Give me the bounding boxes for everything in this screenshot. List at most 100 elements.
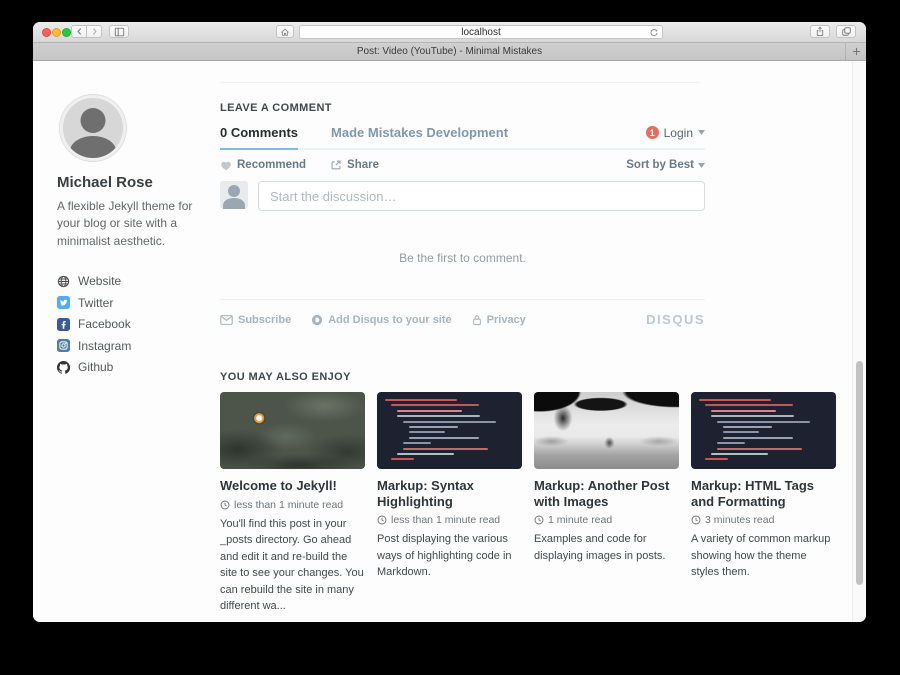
tab-comment-count[interactable]: 0 Comments [220, 125, 298, 140]
login-label: Login [664, 126, 693, 140]
post-excerpt: Examples and code for displaying images … [534, 531, 679, 564]
scrollbar-thumb[interactable] [856, 361, 863, 585]
plus-icon [852, 47, 861, 56]
login-control[interactable]: 1 Login [646, 126, 705, 140]
chevron-right-icon [90, 27, 99, 36]
author-links: Website Twitter Facebook Instagram Githu… [57, 274, 209, 374]
home-icon [280, 27, 290, 37]
disqus-footer: Subscribe Add Disqus to your site Privac… [220, 312, 705, 327]
caret-down-icon [698, 130, 705, 135]
home-button[interactable] [276, 25, 294, 38]
clock-icon [534, 515, 544, 525]
related-post-title[interactable]: Markup: HTML Tags and Formatting [691, 478, 836, 509]
post-excerpt: A variety of common markup showing how t… [691, 531, 836, 581]
lock-icon [472, 314, 482, 326]
author-link-twitter[interactable]: Twitter [57, 296, 209, 310]
refresh-button[interactable] [649, 28, 659, 38]
divider [220, 299, 705, 300]
close-window-button[interactable] [42, 28, 51, 37]
author-link-instagram[interactable]: Instagram [57, 339, 209, 353]
related-post-title[interactable]: Welcome to Jekyll! [220, 478, 365, 494]
heart-icon [220, 160, 232, 171]
disqus-tab-row: 0 Comments Made Mistakes Development 1 L… [220, 125, 705, 150]
clock-icon [220, 500, 230, 510]
twitter-icon [57, 296, 70, 309]
browser-window: localhost Post: Video (YouTube) - Minima… [33, 22, 866, 622]
related-card: Markup: HTML Tags and Formatting 3 minut… [691, 392, 836, 615]
read-time: less than 1 minute read [234, 499, 343, 511]
chevron-left-icon [75, 27, 84, 36]
post-excerpt: You'll find this post in your _posts dir… [220, 516, 365, 615]
comment-input[interactable] [258, 181, 705, 211]
share-button[interactable] [810, 25, 830, 38]
related-post-title[interactable]: Markup: Another Post with Images [534, 478, 679, 509]
address-bar[interactable]: localhost [299, 25, 663, 39]
sort-by-best-dropdown[interactable]: Sort by Best [626, 159, 705, 171]
community-link[interactable]: Made Mistakes Development [331, 125, 508, 140]
share-comments-button[interactable]: Share [330, 159, 379, 171]
section-divider [220, 82, 700, 83]
author-name: Michael Rose [57, 174, 209, 191]
related-posts-section: YOU MAY ALSO ENJOY Welcome to Jekyll! le… [220, 371, 838, 615]
recommend-button[interactable]: Recommend [220, 159, 306, 171]
instagram-icon [57, 339, 70, 352]
new-tab-button[interactable] [845, 43, 866, 60]
related-cards: Welcome to Jekyll! less than 1 minute re… [220, 392, 838, 615]
tab-bar: Post: Video (YouTube) - Minimal Mistakes [33, 43, 866, 61]
url-text: localhost [461, 27, 500, 38]
page-content: Michael Rose A flexible Jekyll theme for… [33, 61, 866, 622]
tabs-icon [841, 26, 852, 37]
forward-button[interactable] [86, 25, 102, 38]
related-post-title[interactable]: Markup: Syntax Highlighting [377, 478, 522, 509]
refresh-icon [649, 28, 659, 38]
envelope-icon [220, 315, 233, 325]
comments-section: LEAVE A COMMENT 0 Comments Made Mistakes… [220, 102, 705, 327]
read-time: 1 minute read [548, 514, 612, 526]
sidebar-toggle-button[interactable] [109, 25, 129, 38]
avatar-silhouette [81, 108, 106, 133]
empty-comments-message: Be the first to comment. [220, 251, 705, 265]
post-excerpt: Post displaying the various ways of high… [377, 531, 522, 581]
facebook-icon [57, 318, 70, 331]
disqus-brand-link[interactable]: DISQUS [646, 312, 705, 327]
sidebar-icon [114, 27, 125, 37]
add-disqus-link[interactable]: Add Disqus to your site [311, 314, 451, 326]
disqus-logo-icon [311, 314, 323, 326]
caret-down-icon [698, 163, 705, 168]
share-arrow-icon [330, 159, 342, 171]
show-tabs-button[interactable] [836, 25, 856, 38]
tab-post-video-youtube[interactable]: Post: Video (YouTube) - Minimal Mistakes [357, 46, 542, 57]
read-time: less than 1 minute read [391, 514, 500, 526]
related-heading: YOU MAY ALSO ENJOY [220, 371, 838, 383]
fog-photo-thumbnail[interactable] [534, 392, 679, 469]
author-link-facebook[interactable]: Facebook [57, 317, 209, 331]
author-profile: Michael Rose A flexible Jekyll theme for… [57, 95, 209, 382]
back-button[interactable] [71, 25, 87, 38]
guest-avatar [220, 181, 248, 209]
author-bio: A flexible Jekyll theme for your blog or… [57, 198, 193, 250]
read-time: 3 minutes read [705, 514, 774, 526]
privacy-link[interactable]: Privacy [472, 314, 526, 326]
related-card: Welcome to Jekyll! less than 1 minute re… [220, 392, 365, 615]
comments-heading: LEAVE A COMMENT [220, 102, 705, 114]
subscribe-link[interactable]: Subscribe [220, 314, 291, 326]
browser-toolbar: localhost [33, 22, 866, 43]
author-link-github[interactable]: Github [57, 360, 209, 374]
github-icon [57, 361, 70, 374]
minimize-window-button[interactable] [52, 28, 61, 37]
share-icon [815, 26, 825, 37]
author-avatar [60, 95, 126, 161]
related-card: Markup: Another Post with Images 1 minut… [534, 392, 679, 615]
zoom-window-button[interactable] [62, 28, 71, 37]
comment-field-wrap [258, 181, 705, 211]
comment-compose [220, 181, 705, 211]
moss-photo-thumbnail[interactable] [220, 392, 365, 469]
author-link-website[interactable]: Website [57, 274, 209, 288]
related-card: Markup: Syntax Highlighting less than 1 … [377, 392, 522, 615]
disqus-action-row: Recommend Share Sort by Best [220, 150, 705, 181]
code-screenshot-thumbnail[interactable] [691, 392, 836, 469]
scrollbar-track [852, 61, 866, 622]
notification-badge: 1 [646, 126, 659, 139]
code-screenshot-thumbnail[interactable] [377, 392, 522, 469]
globe-icon [57, 275, 70, 288]
